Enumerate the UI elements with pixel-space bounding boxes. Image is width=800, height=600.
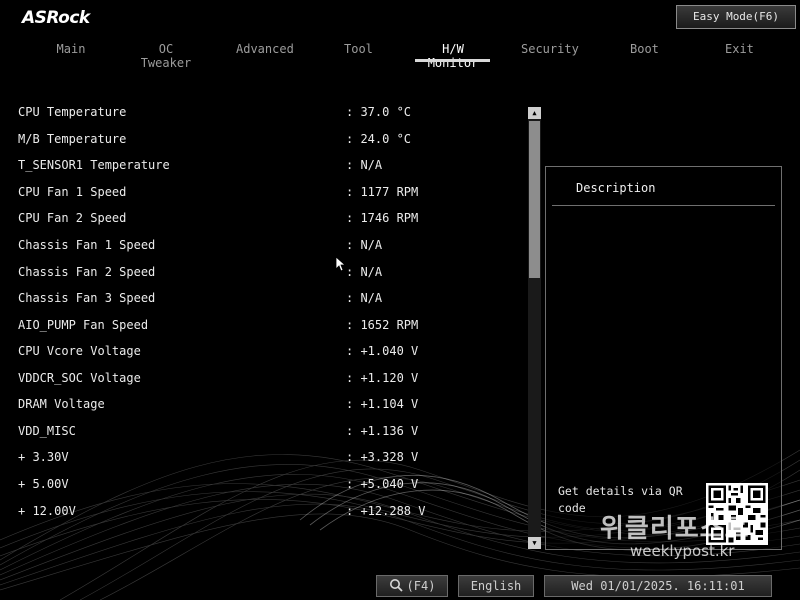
row-label: + 3.30V: [18, 450, 69, 464]
tab-hw-monitor[interactable]: H/W Monitor: [416, 42, 490, 70]
description-panel: Description Get details via QR code: [545, 166, 782, 550]
row-label: CPU Temperature: [18, 105, 127, 119]
description-divider: [552, 205, 775, 206]
row-value: : N/A: [346, 265, 383, 279]
row-value: : 24.0 °C: [346, 132, 412, 146]
row-label: VDDCR_SOC Voltage: [18, 371, 141, 385]
monitor-row-cpu-temperature[interactable]: CPU Temperature : 37.0 °C: [18, 105, 438, 125]
row-label: CPU Vcore Voltage: [18, 344, 141, 358]
monitor-row-mb-temperature[interactable]: M/B Temperature : 24.0 °C: [18, 132, 438, 152]
watermark-logo: 위클리포스트: [600, 514, 750, 544]
monitor-row-aio-pump[interactable]: AIO_PUMP Fan Speed : 1652 RPM: [18, 318, 438, 338]
description-title: Description: [576, 181, 656, 195]
tab-security[interactable]: Security: [521, 42, 579, 56]
row-label: Chassis Fan 1 Speed: [18, 238, 156, 252]
row-value: : N/A: [346, 291, 383, 305]
monitor-row-12v[interactable]: + 12.00V : +12.288 V: [18, 504, 438, 524]
row-label: CPU Fan 1 Speed: [18, 185, 127, 199]
tab-boot[interactable]: Boot: [630, 42, 659, 56]
row-label: M/B Temperature: [18, 132, 127, 146]
search-button[interactable]: (F4): [376, 575, 448, 597]
row-value: : +1.120 V: [346, 371, 419, 385]
monitor-row-cpu-vcore[interactable]: CPU Vcore Voltage : +1.040 V: [18, 344, 438, 364]
easy-mode-button[interactable]: Easy Mode(F6): [676, 5, 796, 29]
monitor-row-chassis-fan3[interactable]: Chassis Fan 3 Speed : N/A: [18, 291, 438, 311]
monitor-row-chassis-fan2[interactable]: Chassis Fan 2 Speed : N/A: [18, 265, 438, 285]
active-tab-indicator: [415, 59, 490, 62]
row-label: AIO_PUMP Fan Speed: [18, 318, 149, 332]
row-value: : +1.136 V: [346, 424, 419, 438]
monitor-row-tsensor1-temperature[interactable]: T_SENSOR1 Temperature : N/A: [18, 158, 438, 178]
tab-oc-tweaker[interactable]: OC Tweaker: [134, 42, 198, 70]
row-value: : +3.328 V: [346, 450, 419, 464]
row-value: : +1.104 V: [346, 397, 419, 411]
row-label: CPU Fan 2 Speed: [18, 211, 127, 225]
language-button[interactable]: English: [458, 575, 534, 597]
monitor-row-5v[interactable]: + 5.00V : +5.040 V: [18, 477, 438, 497]
row-label: + 12.00V: [18, 504, 76, 518]
row-value: : 37.0 °C: [346, 105, 412, 119]
tab-exit[interactable]: Exit: [725, 42, 754, 56]
row-value: : N/A: [346, 238, 383, 252]
scroll-down-arrow-icon[interactable]: ▼: [528, 537, 541, 549]
monitor-row-cpu-fan2[interactable]: CPU Fan 2 Speed : 1746 RPM: [18, 211, 438, 231]
row-value: : N/A: [346, 158, 383, 172]
search-shortcut-label: (F4): [406, 579, 436, 593]
row-value: : +1.040 V: [346, 344, 419, 358]
monitor-row-3v3[interactable]: + 3.30V : +3.328 V: [18, 450, 438, 470]
monitor-row-chassis-fan1[interactable]: Chassis Fan 1 Speed : N/A: [18, 238, 438, 258]
monitor-row-vddcr-soc[interactable]: VDDCR_SOC Voltage : +1.120 V: [18, 371, 438, 391]
row-value: : +5.040 V: [346, 477, 419, 491]
search-icon: [389, 579, 403, 592]
tab-advanced[interactable]: Advanced: [236, 42, 294, 56]
row-value: : 1177 RPM: [346, 185, 419, 199]
scroll-thumb[interactable]: [529, 121, 540, 278]
row-value: : +12.288 V: [346, 504, 426, 518]
main-tab-bar: Main OC Tweaker Advanced Tool H/W Monito…: [0, 42, 800, 70]
monitor-row-dram-voltage[interactable]: DRAM Voltage : +1.104 V: [18, 397, 438, 417]
row-label: Chassis Fan 2 Speed: [18, 265, 156, 279]
monitor-row-cpu-fan1[interactable]: CPU Fan 1 Speed : 1177 RPM: [18, 185, 438, 205]
row-value: : 1746 RPM: [346, 211, 419, 225]
row-label: VDD_MISC: [18, 424, 76, 438]
scroll-up-arrow-icon[interactable]: ▲: [528, 107, 541, 119]
datetime-display: Wed 01/01/2025. 16:11:01: [544, 575, 772, 597]
watermark-url: weeklypost.kr: [630, 542, 735, 560]
tab-tool[interactable]: Tool: [344, 42, 373, 56]
monitor-row-vdd-misc[interactable]: VDD_MISC : +1.136 V: [18, 424, 438, 444]
mouse-pointer-icon: [336, 257, 346, 272]
asrock-logo: ASRock: [22, 8, 90, 28]
row-label: Chassis Fan 3 Speed: [18, 291, 156, 305]
row-value: : 1652 RPM: [346, 318, 419, 332]
row-label: + 5.00V: [18, 477, 69, 491]
tab-main[interactable]: Main: [56, 42, 86, 56]
row-label: DRAM Voltage: [18, 397, 105, 411]
row-label: T_SENSOR1 Temperature: [18, 158, 170, 172]
